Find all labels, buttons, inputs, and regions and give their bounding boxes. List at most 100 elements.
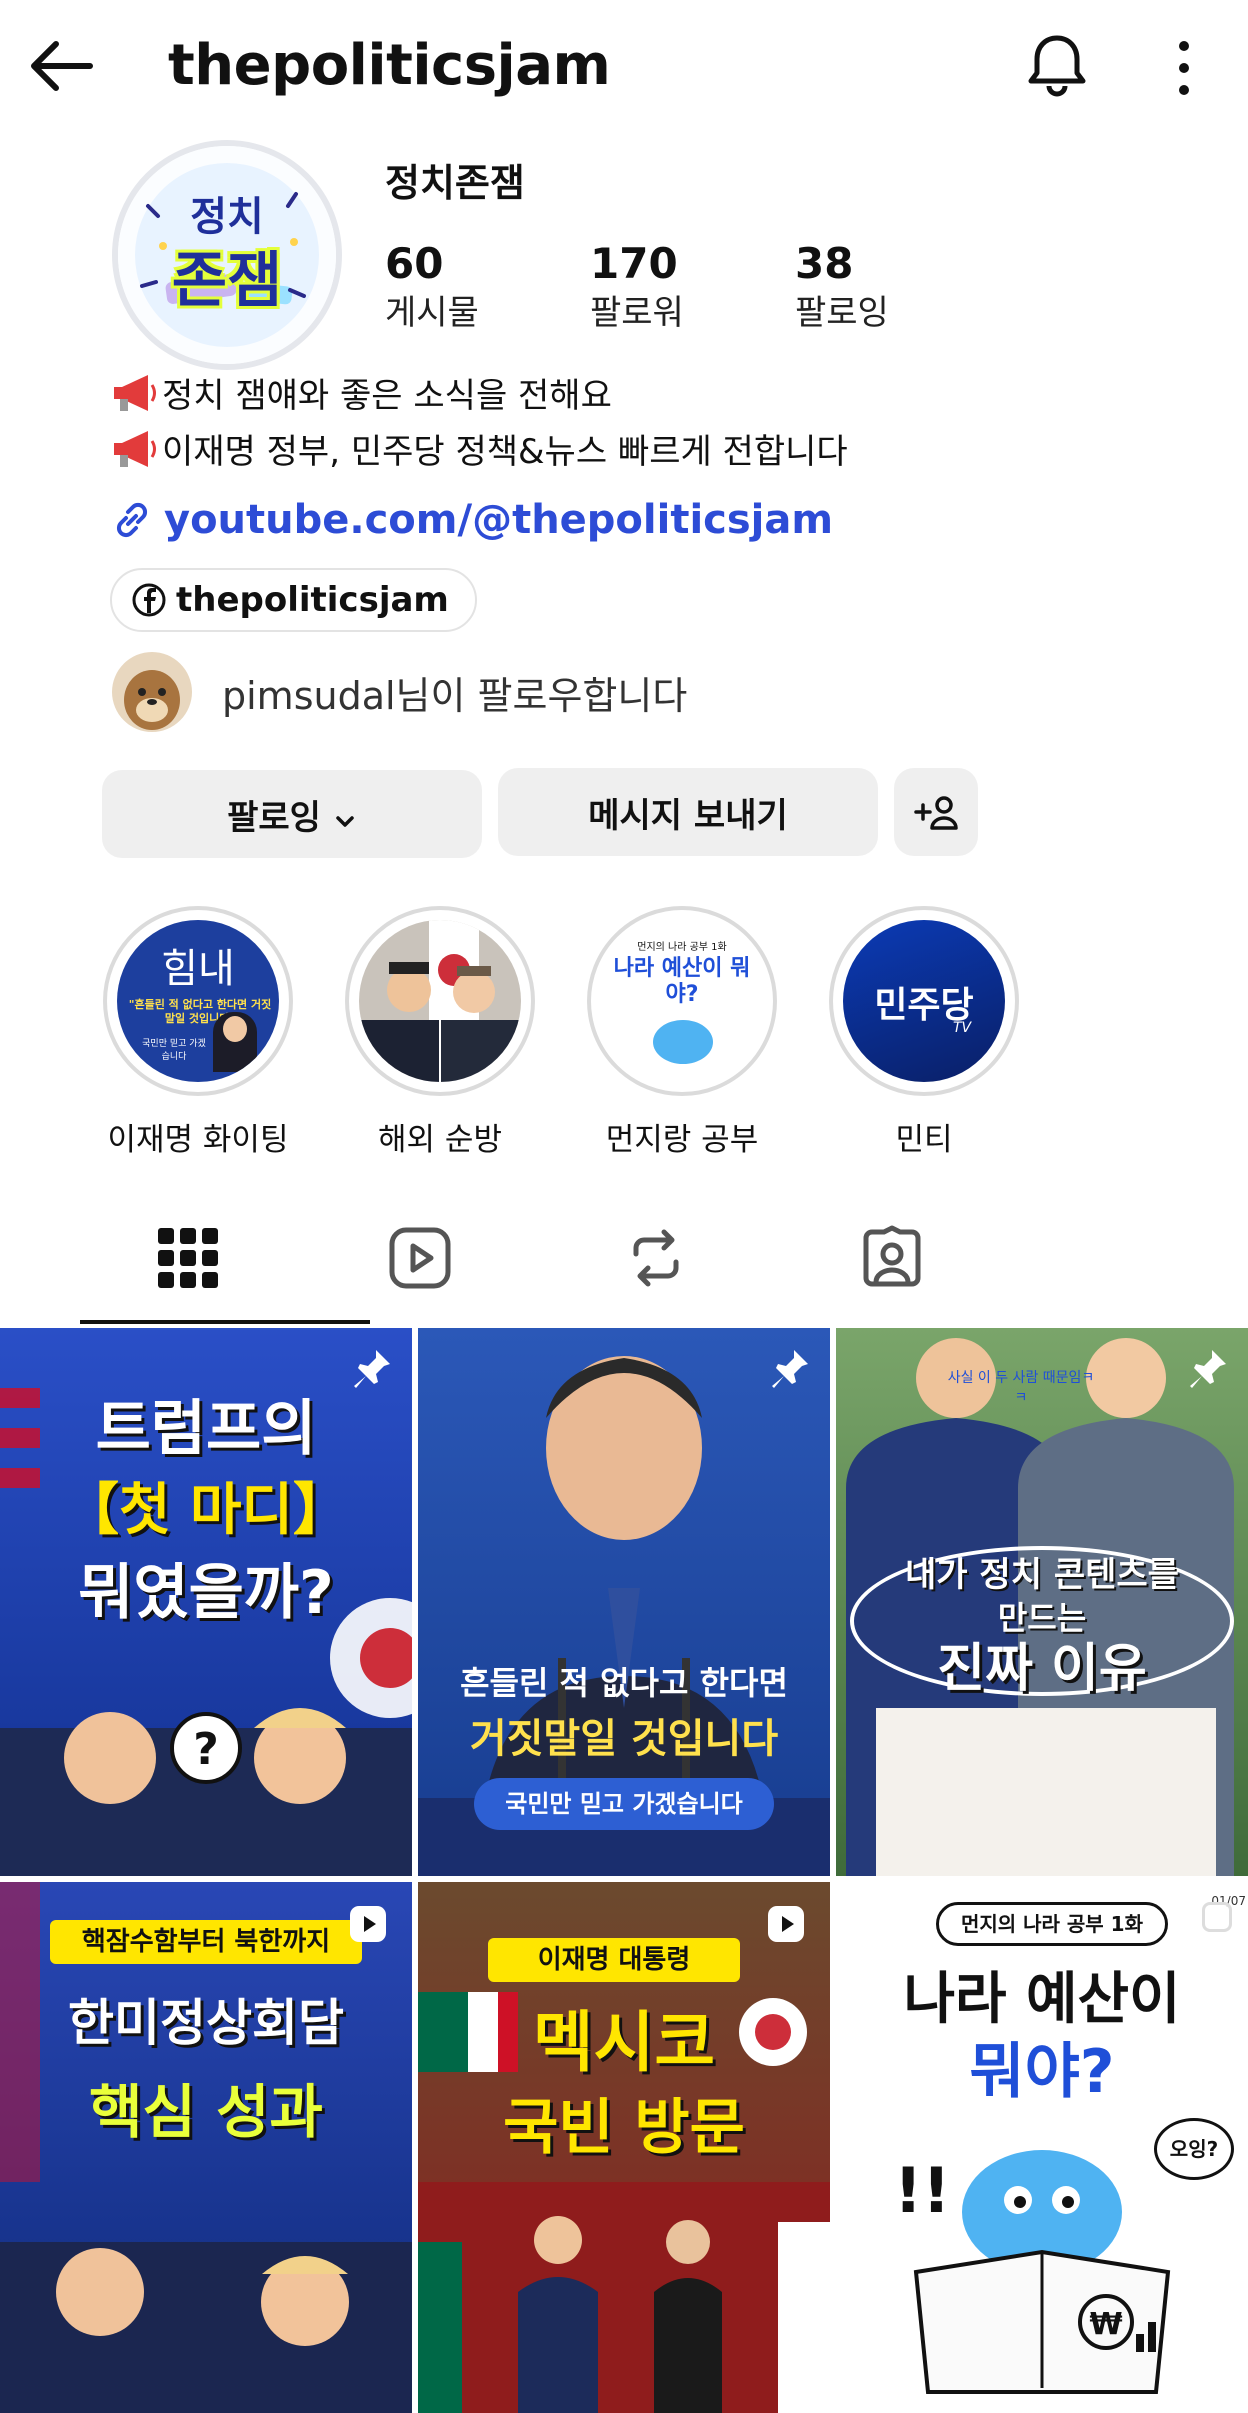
profile-username-title: thepoliticsjam xyxy=(168,33,611,98)
stat-following[interactable]: 38 팔로잉 xyxy=(795,238,889,336)
add-user-button[interactable] xyxy=(894,768,978,856)
post-title-2: 멕시코 xyxy=(532,2004,716,2081)
bio-text-2: 이재명 정부, 민주당 정책&뉴스 빠르게 전합니다 xyxy=(162,432,848,472)
post-title-1: 먼지의 나라 공부 1화 xyxy=(936,1902,1168,1946)
post-note: 사실 이 두 사람 때문임ㅋㅋ xyxy=(947,1370,1095,1406)
bio-line-2: 이재명 정부, 민주당 정책&뉴스 빠르게 전합니다 xyxy=(110,426,848,478)
stat-posts-label: 게시물 xyxy=(385,293,479,333)
reels-tab-icon[interactable] xyxy=(382,1220,458,1296)
highlight-label: 먼지랑 공부 xyxy=(605,1122,759,1158)
stat-posts[interactable]: 60 게시물 xyxy=(385,238,479,336)
top-bar: thepoliticsjam xyxy=(0,0,1248,135)
highlight-thumb-title: 민주당 xyxy=(874,985,974,1026)
post-tile-4[interactable]: 핵잠수함부터 북한까지 한미정상회담 핵심 성과 xyxy=(0,1882,412,2413)
stat-followers-count: 170 xyxy=(590,239,678,288)
highlight-ring: 먼지의 나라 공부 1화 나라 예산이 뭐야? xyxy=(587,906,777,1096)
profile-link[interactable]: youtube.com/@thepoliticsjam xyxy=(110,492,833,548)
post-subtitle: 국민만 믿고 가겠습니다 xyxy=(505,1790,743,1818)
highlight-label: 민티 xyxy=(895,1122,953,1158)
post-tile-2[interactable]: 흔들린 적 없다고 한다면 거짓말일 것입니다 국민만 믿고 가겠습니다 xyxy=(418,1328,830,1876)
highlight-thumb-top: 먼지의 나라 공부 1화 xyxy=(637,942,727,953)
following-button-label: 팔로잉 xyxy=(227,797,321,838)
megaphone-icon xyxy=(110,429,158,469)
post-tile-1[interactable]: ? 트럼프의 【첫 마디】 뭐였을까? xyxy=(0,1328,412,1876)
post-title-1: 핵잠수함부터 북한까지 xyxy=(50,1920,362,1964)
post-title-2: 거짓말일 것입니다 xyxy=(469,1716,779,1762)
highlight-4[interactable]: 민주당 TV 민티 xyxy=(824,906,1024,1159)
active-tab-indicator xyxy=(80,1320,370,1324)
highlight-thumb-title: 나라 예산이 뭐야? xyxy=(613,956,751,1007)
back-arrow-icon[interactable] xyxy=(28,38,98,94)
post-title-1: 트럼프의 xyxy=(95,1394,317,1464)
followed-by-text: pimsudal님이 팔로우합니다 xyxy=(222,665,687,720)
stat-followers[interactable]: 170 팔로워 xyxy=(590,238,684,336)
post-title-1: 내가 정치 콘텐츠를 xyxy=(905,1555,1179,1595)
svg-text:!!: !! xyxy=(894,2154,951,2227)
message-button[interactable]: 메시지 보내기 xyxy=(498,768,878,856)
post-title-1: 이재명 대통령 xyxy=(488,1938,740,1982)
highlight-3[interactable]: 먼지의 나라 공부 1화 나라 예산이 뭐야? 먼지랑 공부 xyxy=(582,906,782,1159)
chevron-down-icon xyxy=(333,802,357,827)
grid-tab-icon[interactable] xyxy=(150,1220,226,1296)
facebook-chip[interactable]: thepoliticsjam xyxy=(110,568,477,632)
highlight-thumb-title: 힘내 xyxy=(161,946,235,992)
facebook-icon xyxy=(132,583,166,617)
follower-username: pimsudal xyxy=(222,673,396,718)
highlight-thumb-sub: 국민만 믿고 가겠습니다 xyxy=(142,1039,206,1062)
follower-avatar xyxy=(112,652,192,732)
highlight-thumb-sub: TV xyxy=(953,1020,972,1036)
tagged-tab-icon[interactable] xyxy=(854,1220,930,1296)
highlight-label: 해외 순방 xyxy=(378,1122,502,1158)
stat-posts-count: 60 xyxy=(385,239,444,288)
bio-text-1: 정치 잼얘와 좋은 소식을 전해요 xyxy=(162,376,612,416)
followed-by-suffix: 님이 팔로우합니다 xyxy=(395,673,688,718)
more-vertical-icon[interactable] xyxy=(1160,36,1208,100)
post-tile-3[interactable]: 사실 이 두 사람 때문임ㅋㅋ 내가 정치 콘텐츠를 만드는 진짜 이유 xyxy=(836,1328,1248,1876)
profile-avatar[interactable]: 정치 존잼 xyxy=(112,140,342,370)
add-user-icon xyxy=(912,792,960,832)
post-title-1: 흔들린 적 없다고 한다면 xyxy=(460,1664,788,1702)
megaphone-icon xyxy=(110,373,158,413)
highlight-ring xyxy=(345,906,535,1096)
profile-link-text: youtube.com/@thepoliticsjam xyxy=(164,497,834,543)
following-button[interactable]: 팔로잉 xyxy=(102,770,482,858)
bell-icon[interactable] xyxy=(1022,30,1092,100)
reposts-tab-icon[interactable] xyxy=(618,1220,694,1296)
bio-line-1: 정치 잼얘와 좋은 소식을 전해요 xyxy=(110,370,612,422)
post-tile-5[interactable]: 이재명 대통령 멕시코 국빈 방문 xyxy=(418,1882,830,2413)
post-title-2: 한미정상회담 xyxy=(68,1994,344,2052)
link-icon xyxy=(110,498,154,542)
post-bubble: 오잉? xyxy=(1154,2118,1234,2180)
stat-followers-label: 팔로워 xyxy=(590,293,684,333)
highlight-thumbnail: 민주당 TV xyxy=(843,920,1005,1082)
reel-icon xyxy=(346,1902,390,1946)
followed-by-row[interactable]: pimsudal님이 팔로우합니다 xyxy=(112,652,687,732)
facebook-chip-label: thepoliticsjam xyxy=(176,580,449,620)
post-title-2: 나라 예산이 xyxy=(903,1967,1181,2032)
pin-icon xyxy=(348,1346,394,1392)
post-title-3: 뭐야? xyxy=(969,2037,1115,2107)
highlight-thumbnail: 힘내 "흔들린 적 없다고 한다면 거짓말일 것입니다" 국민만 믿고 가겠습니… xyxy=(117,920,279,1082)
message-button-label: 메시지 보내기 xyxy=(588,795,788,836)
highlight-thumbnail: 먼지의 나라 공부 1화 나라 예산이 뭐야? xyxy=(601,920,763,1082)
highlight-thumbnail xyxy=(359,920,521,1082)
reel-icon xyxy=(764,1902,808,1946)
post-title-3: 국빈 방문 xyxy=(503,2093,745,2163)
highlight-ring: 힘내 "흔들린 적 없다고 한다면 거짓말일 것입니다" 국민만 믿고 가겠습니… xyxy=(103,906,293,1096)
profile-display-name: 정치존잼 xyxy=(385,161,525,205)
post-title-2: 만드는 xyxy=(997,1599,1087,1637)
highlight-ring: 민주당 TV xyxy=(829,906,1019,1096)
pin-icon xyxy=(1184,1346,1230,1392)
highlight-2[interactable]: 해외 순방 xyxy=(340,906,540,1159)
stat-following-count: 38 xyxy=(795,239,854,288)
avatar-text-bottom: 존잼 xyxy=(171,246,283,316)
highlight-1[interactable]: 힘내 "흔들린 적 없다고 한다면 거짓말일 것입니다" 국민만 믿고 가겠습니… xyxy=(98,906,298,1159)
pin-icon xyxy=(766,1346,812,1392)
post-title-3: 핵심 성과 xyxy=(89,2078,323,2146)
post-tile-6[interactable]: ₩!! 먼지의 나라 공부 1화 나라 예산이 뭐야? 오잉? 01/07 xyxy=(836,1882,1248,2413)
post-title-2: 【첫 마디】 xyxy=(62,1478,350,1543)
highlight-label: 이재명 화이팅 xyxy=(107,1122,289,1158)
post-title-3: 진짜 이유 xyxy=(937,1639,1147,1699)
stat-following-label: 팔로잉 xyxy=(795,293,889,333)
post-title-3: 뭐였을까? xyxy=(78,1558,334,1628)
